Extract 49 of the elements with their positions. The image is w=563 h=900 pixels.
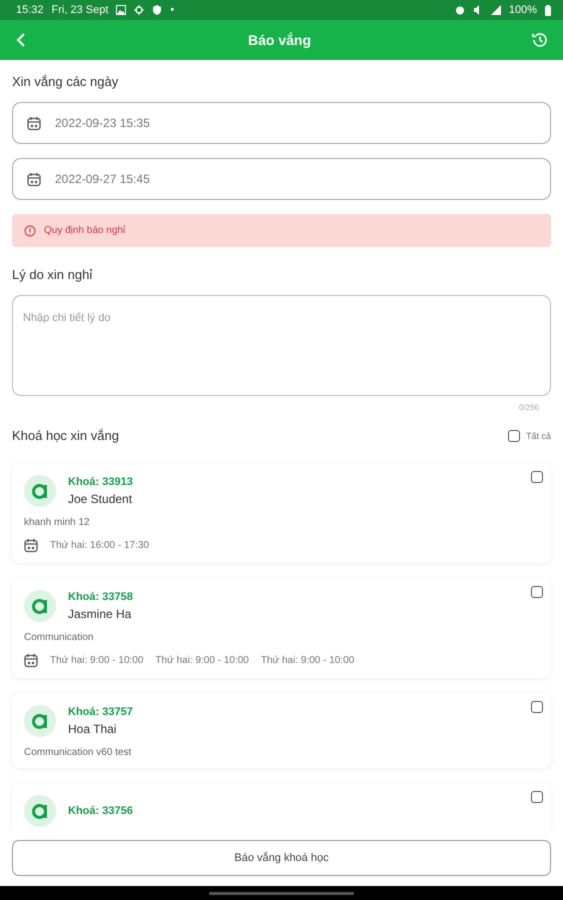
info-icon <box>24 224 36 236</box>
schedule-time: Thứ hai: 9:00 - 10:00 <box>260 655 354 666</box>
course-code: Khoá: 33757 <box>68 706 133 718</box>
battery-icon <box>545 4 551 16</box>
checkbox[interactable] <box>531 471 543 483</box>
notice-banner[interactable]: Quy định báo nghỉ <box>12 214 551 247</box>
submit-button[interactable]: Báo vắng khoá học <box>12 840 551 876</box>
signal-icon <box>490 5 501 15</box>
shield-icon <box>152 5 162 15</box>
notice-text: Quy định báo nghỉ <box>44 225 126 236</box>
course-card[interactable]: Khoá: 33913 Joe Student khanh minh 12 Thứ hai: 16:00 - 17:30 <box>12 463 551 563</box>
calendar-icon <box>27 172 41 186</box>
student-name: Hoa Thai <box>68 722 118 736</box>
section-label: Lý do xin nghỉ <box>12 267 94 282</box>
checkbox[interactable] <box>531 791 543 803</box>
reason-field[interactable]: Nhập chi tiết lý do <box>12 295 551 396</box>
character-counter: 0/256 <box>518 403 539 412</box>
calendar-icon <box>24 538 38 553</box>
clock: 15:32 <box>16 4 44 16</box>
battery-level: 100% <box>508 4 537 16</box>
home-indicator[interactable] <box>209 892 354 894</box>
section-label: Xin vắng các ngày <box>12 74 120 89</box>
date: Fri, 23 Sept <box>52 4 108 16</box>
section-label: Khoá học xin vắng <box>12 428 120 443</box>
calendar-icon <box>24 653 38 668</box>
schedule-time: Thứ hai: 9:00 - 10:00 <box>155 655 249 666</box>
checkbox[interactable] <box>508 430 520 442</box>
schedule-time: Thứ hai: 9:00 - 10:00 <box>50 655 144 666</box>
course-card[interactable]: Khoá: 33758 Jasmine Ha Communication Thứ hai: 9:00 - 10:00 Thứ hai: 9:00 - 10:00 Thứ hai: 9:00 - 10:00 <box>12 578 551 678</box>
course-code: Khoá: 33913 <box>68 476 133 488</box>
course-title: Communication v60 test <box>24 747 132 758</box>
checkbox[interactable] <box>531 586 543 598</box>
notification-dot: • <box>170 4 174 16</box>
screen-title: Báo vắng <box>246 32 312 48</box>
date-field[interactable]: 2022-09-27 15:45 <box>12 158 551 200</box>
course-code: Khoá: 33756 <box>68 805 133 817</box>
course-code: Khoá: 33758 <box>68 591 133 603</box>
select-all-label: Tất cả <box>526 430 551 440</box>
course-title: Communication <box>24 632 94 643</box>
student-name: Joe Student <box>68 492 133 506</box>
gallery-icon <box>116 5 126 15</box>
calendar-icon <box>27 116 41 130</box>
schedule-time: Thứ hai: 16:00 - 17:30 <box>50 540 149 551</box>
course-card[interactable]: Khoá: 33757 Hoa Thai Communication v60 test <box>12 693 551 768</box>
checkbox[interactable] <box>531 701 543 713</box>
history-icon <box>531 31 549 49</box>
date-field[interactable]: 2022-09-23 15:35 <box>12 102 551 144</box>
student-name: Jasmine Ha <box>68 607 132 621</box>
course-title: khanh minh 12 <box>24 517 91 528</box>
